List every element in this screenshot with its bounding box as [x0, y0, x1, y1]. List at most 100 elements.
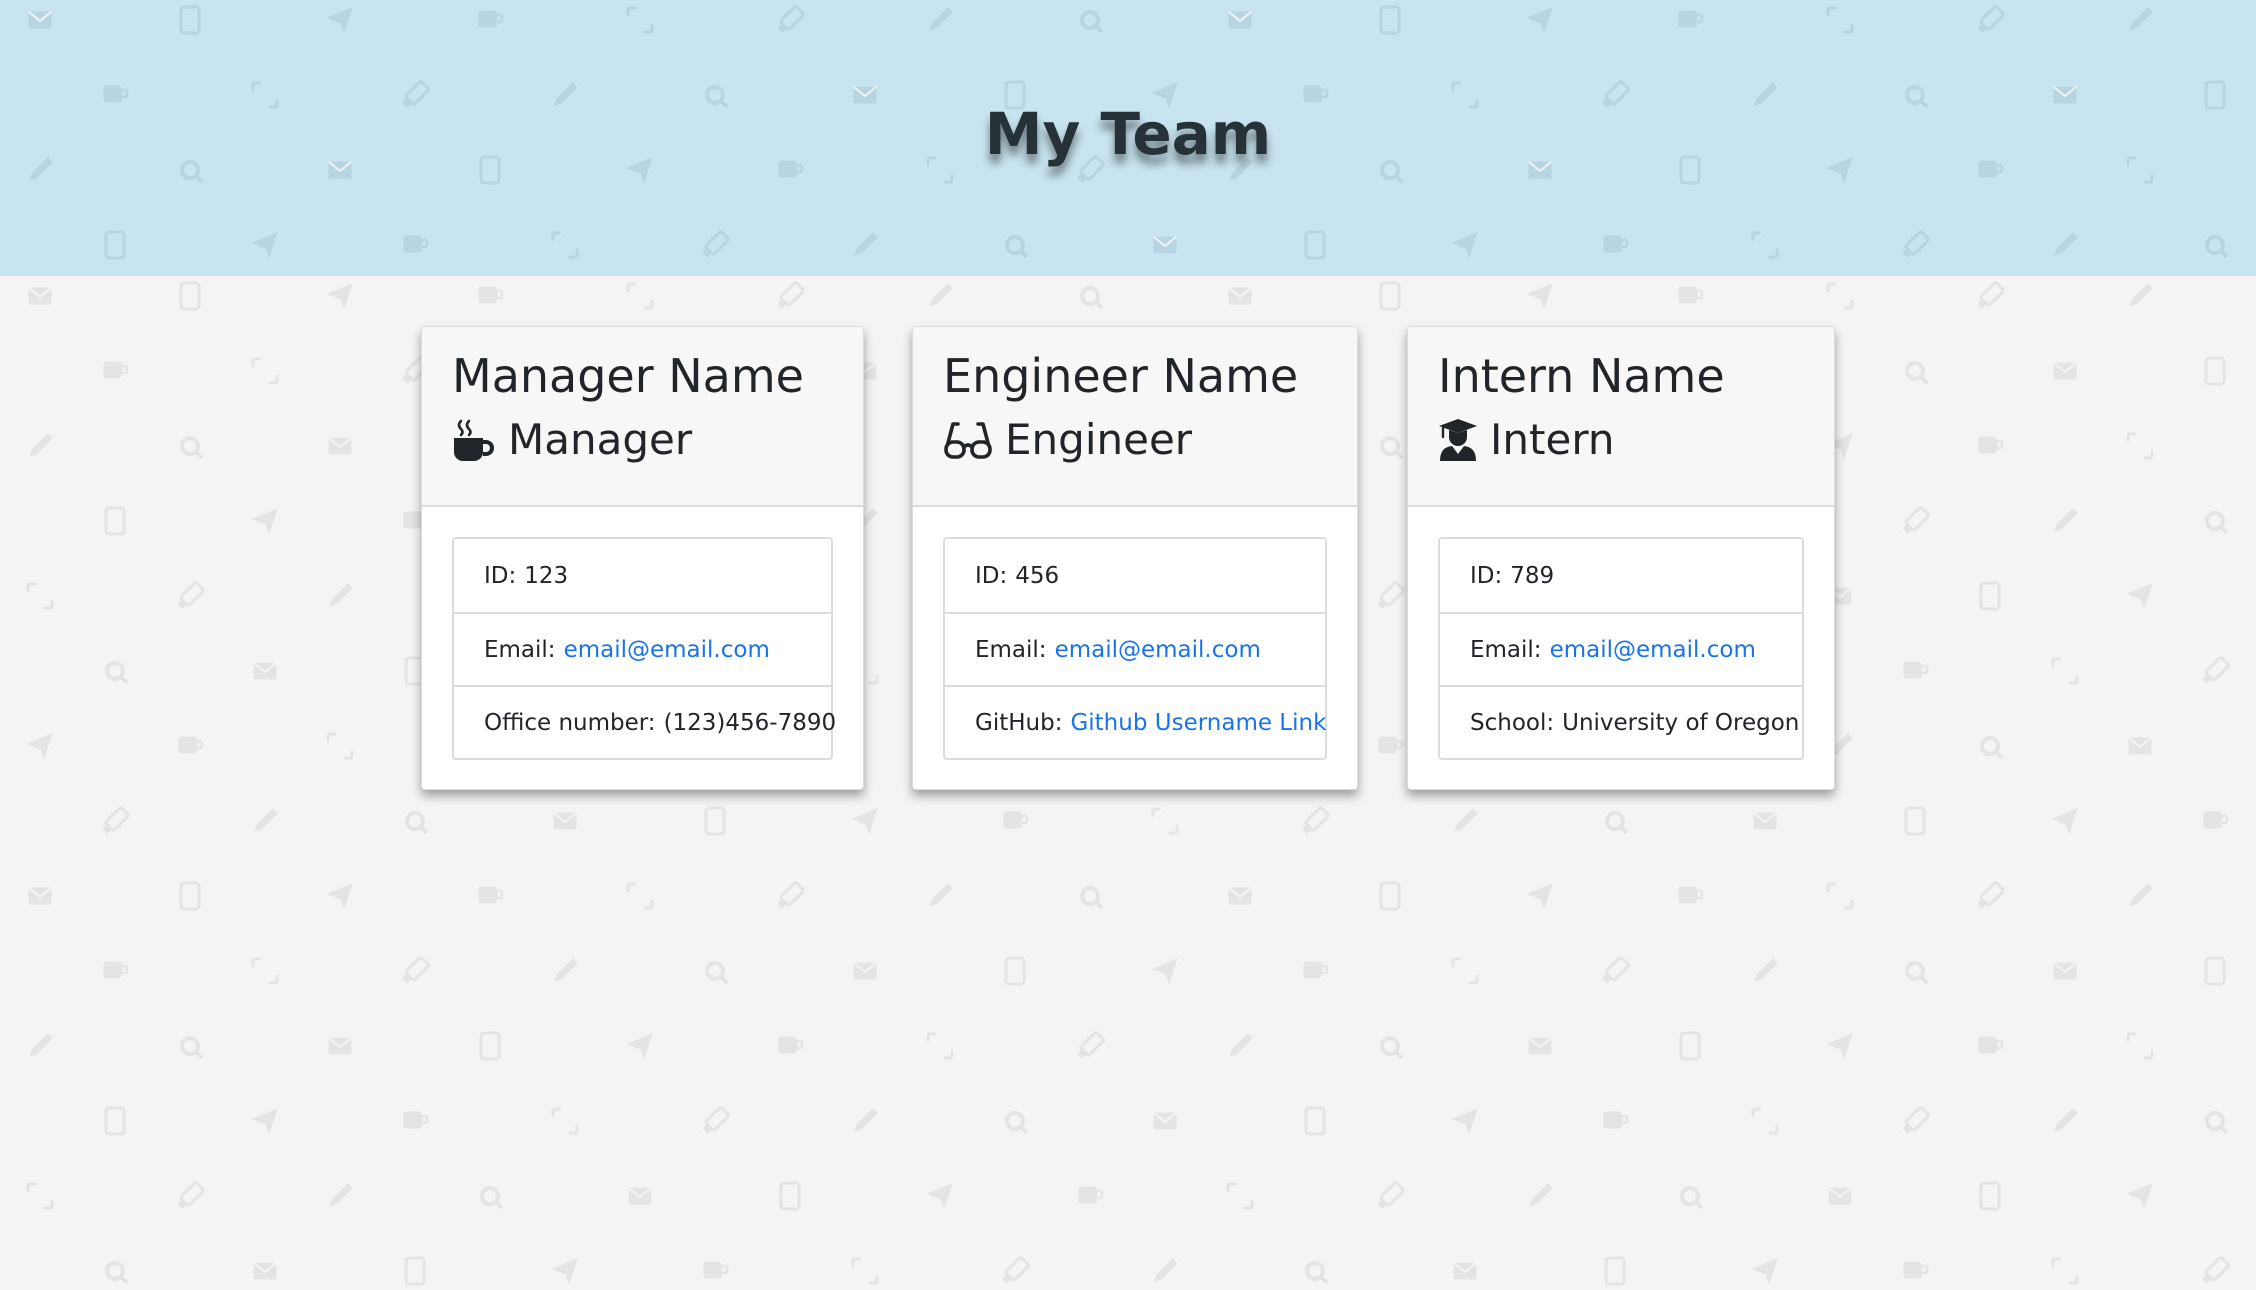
- role-label: Manager: [508, 414, 693, 464]
- info-list: ID: 456 Email: email@email.com GitHub: G…: [943, 537, 1327, 760]
- pattern-glyph: [326, 732, 354, 760]
- id-item: ID: 789: [1440, 539, 1802, 612]
- pattern-glyph: [2051, 1257, 2079, 1285]
- github-item: GitHub: Github Username Link: [945, 685, 1326, 758]
- pattern-glyph: [1305, 1261, 1329, 1285]
- pattern-glyph: [854, 232, 878, 256]
- card-header: Engineer Name Engineer: [913, 327, 1357, 507]
- pattern-glyph: [702, 230, 730, 258]
- pattern-glyph: [2054, 232, 2078, 256]
- manager-card: Manager Name Manager ID: 123 Email: emai…: [421, 326, 864, 790]
- pattern-glyph: [554, 958, 578, 982]
- pattern-glyph: [626, 882, 654, 910]
- pattern-glyph: [1826, 1033, 1853, 1060]
- pattern-glyph: [628, 1187, 652, 1205]
- pattern-glyph: [326, 283, 353, 310]
- pattern-glyph: [326, 883, 353, 910]
- glasses-icon: [943, 418, 993, 462]
- pattern-glyph: [1529, 1183, 1553, 1207]
- email-label: Email:: [1470, 636, 1542, 663]
- pattern-glyph: [251, 508, 278, 535]
- pattern-glyph: [1003, 811, 1029, 829]
- email-link[interactable]: email@email.com: [1550, 637, 1756, 663]
- email-link[interactable]: email@email.com: [564, 637, 770, 663]
- pattern-glyph: [705, 961, 729, 985]
- employee-name: Engineer Name: [943, 349, 1299, 403]
- pattern-glyph: [26, 582, 54, 610]
- pattern-glyph: [1226, 1182, 1254, 1210]
- pattern-glyph: [926, 1032, 954, 1060]
- pattern-glyph: [1379, 5, 1401, 35]
- pattern-glyph: [1004, 956, 1026, 986]
- pattern-glyph: [1229, 1033, 1253, 1057]
- pattern-glyph: [1451, 957, 1479, 985]
- pattern-glyph: [180, 436, 204, 460]
- pattern-glyph: [1603, 1111, 1629, 1129]
- pattern-glyph: [479, 1031, 501, 1061]
- id-label: ID:: [484, 562, 517, 589]
- pattern-glyph: [179, 881, 201, 911]
- email-item: Email: email@email.com: [454, 612, 831, 685]
- pattern-glyph: [2051, 808, 2078, 835]
- pattern-glyph: [405, 811, 429, 835]
- pattern-glyph: [1980, 736, 2004, 760]
- pattern-glyph: [251, 1108, 278, 1135]
- pattern-glyph: [1902, 506, 1930, 534]
- pattern-glyph: [104, 230, 126, 260]
- pattern-glyph: [851, 808, 878, 835]
- pattern-glyph: [2051, 657, 2079, 685]
- pattern-glyph: [626, 1033, 653, 1060]
- pattern-glyph: [1080, 286, 1104, 310]
- pattern-glyph: [2053, 362, 2077, 380]
- pattern-glyph: [254, 808, 278, 832]
- email-label: Email:: [484, 636, 556, 663]
- pattern-glyph: [2053, 962, 2077, 980]
- pattern-glyph: [1753, 812, 1777, 830]
- page-header: My Team: [0, 0, 2256, 276]
- id-label: ID:: [1470, 562, 1503, 589]
- pattern-glyph: [1078, 1186, 1104, 1204]
- github-link[interactable]: Github Username Link: [1070, 710, 1326, 736]
- pattern-glyph: [1379, 881, 1401, 911]
- office-number-label: Office number:: [484, 709, 656, 736]
- pattern-glyph: [1454, 808, 1478, 832]
- pattern-glyph: [551, 231, 579, 259]
- employee-name: Manager Name: [452, 349, 804, 403]
- pattern-glyph: [478, 286, 504, 304]
- pattern-glyph: [551, 1107, 579, 1135]
- pattern-glyph: [2054, 1108, 2078, 1132]
- pattern-glyph: [1151, 958, 1178, 985]
- pattern-glyph: [929, 7, 953, 31]
- pattern-glyph: [1303, 961, 1329, 979]
- pattern-glyph: [403, 235, 429, 253]
- pattern-glyph: [1904, 806, 1926, 836]
- pattern-glyph: [478, 886, 504, 904]
- intern-card: Intern Name Intern ID: 789 Email: email@…: [1407, 326, 1835, 790]
- pattern-glyph: [2202, 1256, 2230, 1284]
- pattern-glyph: [1828, 1187, 1852, 1205]
- id-value: 789: [1510, 562, 1555, 589]
- pattern-glyph: [402, 956, 430, 984]
- pattern-glyph: [1526, 883, 1553, 910]
- pattern-glyph: [103, 361, 129, 379]
- pattern-glyph: [1380, 1036, 1404, 1060]
- pattern-glyph: [102, 806, 130, 834]
- pattern-glyph: [177, 581, 205, 609]
- pattern-glyph: [329, 583, 353, 607]
- pattern-glyph: [1377, 581, 1405, 609]
- info-list: ID: 123 Email: email@email.com Office nu…: [452, 537, 836, 760]
- id-item: ID: 123: [454, 539, 831, 612]
- pattern-glyph: [26, 733, 53, 760]
- email-link[interactable]: email@email.com: [1055, 637, 1261, 663]
- pattern-glyph: [851, 1257, 879, 1285]
- school-label: School:: [1470, 709, 1555, 736]
- pattern-glyph: [2128, 737, 2152, 755]
- pattern-glyph: [403, 1111, 429, 1129]
- id-label: ID:: [975, 562, 1008, 589]
- pattern-glyph: [2204, 956, 2226, 986]
- pattern-glyph: [105, 661, 129, 685]
- pattern-glyph: [1528, 1037, 1552, 1055]
- pattern-glyph: [326, 7, 353, 34]
- pattern-glyph: [2203, 811, 2229, 829]
- pattern-glyph: [29, 433, 53, 457]
